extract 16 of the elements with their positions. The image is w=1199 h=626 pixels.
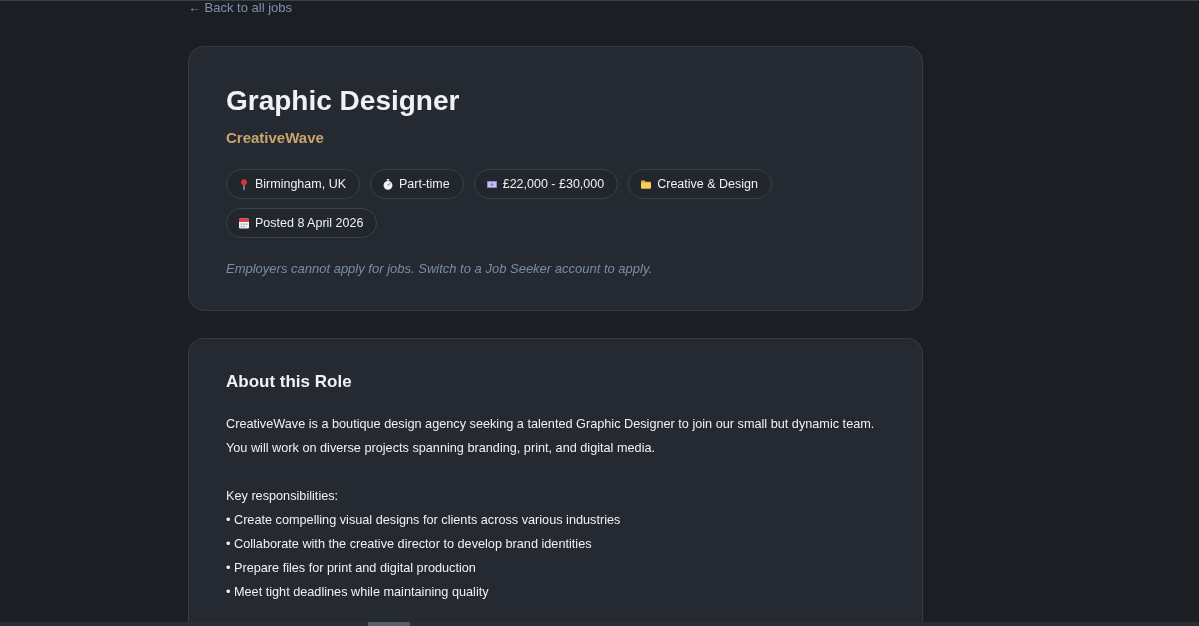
- folder-icon: [641, 178, 652, 190]
- job-title: Graphic Designer: [226, 84, 460, 118]
- meta-label: Creative & Design: [657, 175, 758, 193]
- section-heading: About this Role: [226, 372, 352, 392]
- back-link[interactable]: ← Back to all jobs: [188, 1, 293, 15]
- meta-label: £22,000 - £30,000: [502, 175, 605, 193]
- pin-icon: [239, 178, 249, 190]
- role-description: CreativeWave is a boutique design agency seeking a talented Graphic Designer to join our small but dynamic team. You will work on diverse projects spanning branding, print, and digital media. Key responsibilities: • Create compelling visual designs for clients across various industries • Collaborate with the creative director to develop brand identities • Prepare files for print and digital production • Meet tight deadlines while maintaining quality: [226, 416, 875, 601]
- stopwatch-icon: [383, 178, 393, 190]
- meta-label: Posted 8 April 2026: [255, 214, 364, 232]
- meta-label: Birmingham, UK: [255, 175, 346, 193]
- meta-label: Part-time: [399, 175, 450, 193]
- company-name: CreativeWave: [226, 129, 324, 147]
- apply-notice: Employers cannot apply for jobs. Switch to a Job Seeker account to apply.: [226, 261, 653, 277]
- banknote-icon: [486, 178, 497, 190]
- calendar-icon: [239, 217, 249, 229]
